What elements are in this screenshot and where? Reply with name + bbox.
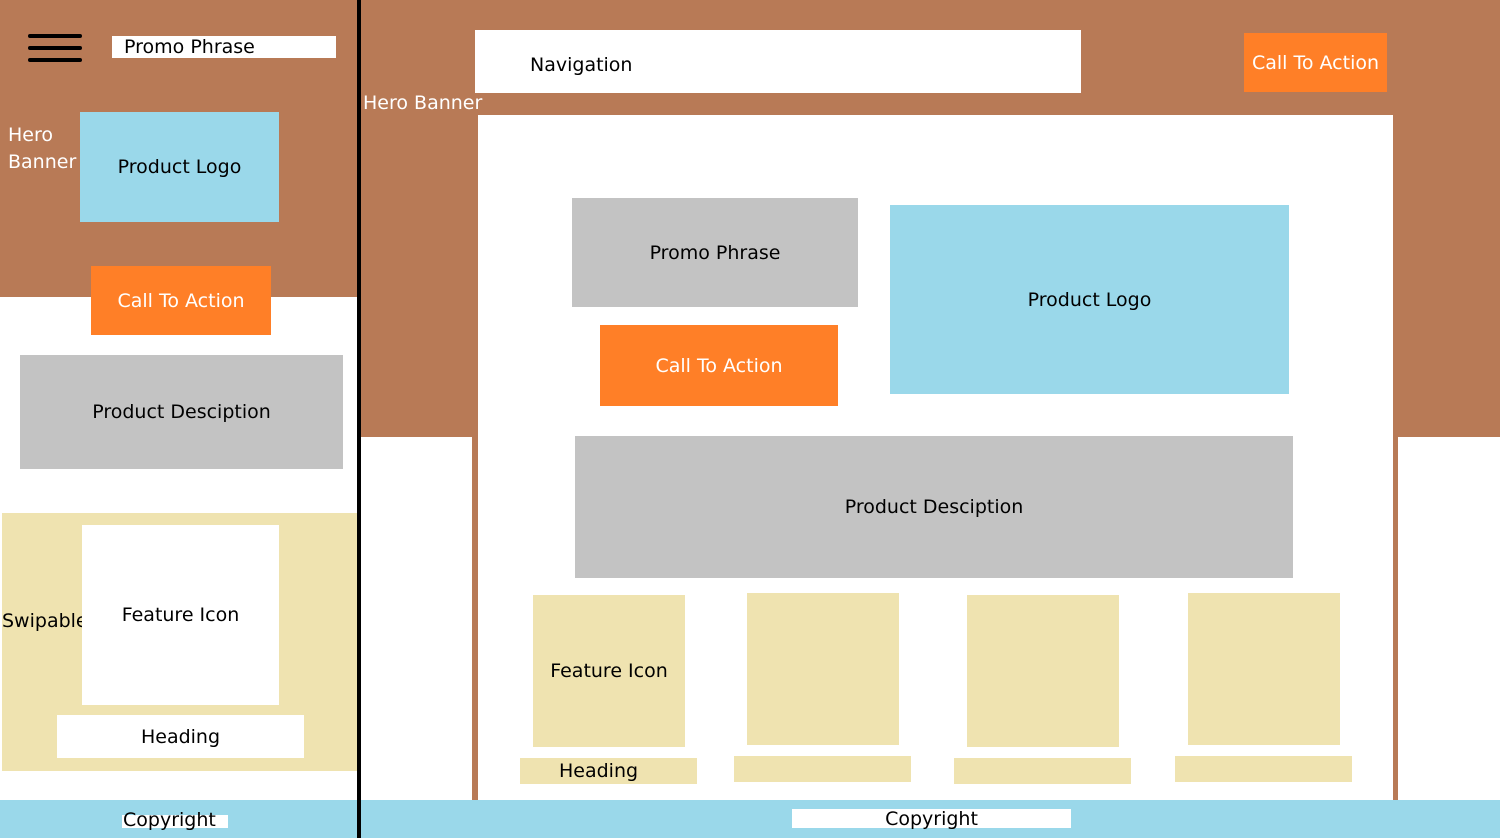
desktop-feature-icon-3 — [967, 595, 1119, 747]
mobile-promo-phrase: Promo Phrase — [112, 36, 336, 58]
desktop-promo-phrase-label: Promo Phrase — [649, 241, 781, 264]
desktop-product-logo-label: Product Logo — [1027, 288, 1152, 311]
desktop-feature-heading-2 — [734, 756, 911, 782]
desktop-call-to-action-label: Call To Action — [655, 354, 783, 377]
mobile-feature-icon: Feature Icon — [82, 525, 279, 705]
desktop-feature-heading-3 — [954, 758, 1131, 784]
mobile-feature-heading: Heading — [57, 715, 304, 758]
desktop-navigation-bar[interactable]: Navigation — [475, 30, 1081, 93]
desktop-promo-phrase: Promo Phrase — [572, 198, 858, 307]
desktop-copyright-label: Copyright — [885, 807, 978, 830]
mobile-call-to-action-label: Call To Action — [117, 289, 245, 312]
desktop-feature-icon-4 — [1188, 593, 1340, 745]
mobile-hero-banner-label: Hero Banner — [8, 124, 77, 173]
desktop-header-call-to-action-label: Call To Action — [1251, 51, 1380, 74]
desktop-copyright: Copyright — [792, 807, 1071, 830]
mobile-feature-icon-label: Feature Icon — [121, 604, 240, 626]
desktop-feature-heading-1: Heading — [520, 758, 697, 784]
desktop-feature-icon-1-label: Feature Icon — [550, 660, 668, 682]
desktop-product-description-label: Product Desciption — [844, 496, 1024, 518]
mobile-copyright-label: Copyright — [123, 809, 216, 831]
desktop-product-logo: Product Logo — [890, 205, 1289, 394]
desktop-hero-banner-label: Hero Banner — [363, 92, 483, 114]
desktop-header-call-to-action-button[interactable]: Call To Action — [1244, 33, 1387, 92]
mobile-product-description-label: Product Desciption — [92, 401, 271, 423]
desktop-navigation-label: Navigation — [530, 54, 633, 76]
desktop-call-to-action-button[interactable]: Call To Action — [600, 325, 838, 406]
mobile-promo-phrase-label: Promo Phrase — [124, 36, 255, 58]
mobile-product-logo-label: Product Logo — [117, 156, 242, 178]
desktop-feature-icon-2 — [747, 593, 899, 745]
mobile-product-logo: Product Logo — [80, 112, 279, 222]
mobile-product-description: Product Desciption — [20, 355, 343, 469]
mobile-call-to-action-button[interactable]: Call To Action — [91, 266, 271, 335]
desktop-feature-heading-4 — [1175, 756, 1352, 782]
desktop-feature-heading-1-label: Heading — [559, 760, 639, 782]
desktop-product-description: Product Desciption — [575, 436, 1293, 578]
mobile-feature-heading-label: Heading — [140, 725, 221, 748]
hamburger-menu-icon[interactable] — [28, 34, 82, 66]
mobile-swipable-label: Swipable — [2, 610, 88, 632]
desktop-feature-icon-1: Feature Icon — [533, 595, 685, 747]
